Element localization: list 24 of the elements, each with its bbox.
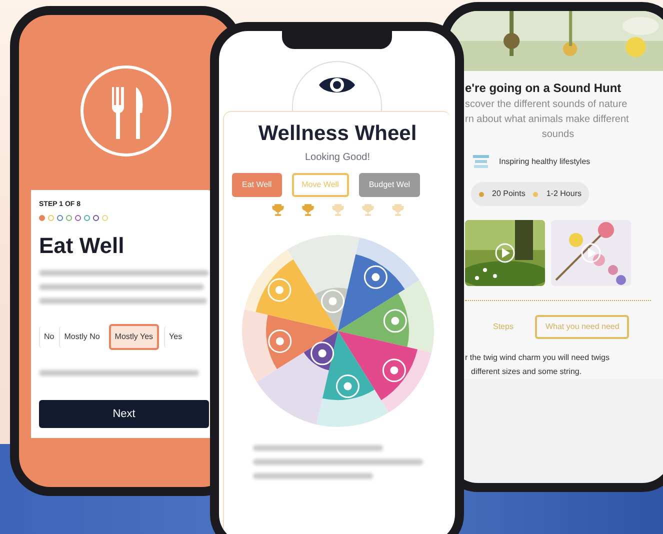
trophy-icon xyxy=(390,202,404,216)
activity-title: e're going on a Sound Hunt xyxy=(465,80,622,97)
app-title: Wellness Wheel xyxy=(258,121,417,147)
body-line: different sizes and some string. xyxy=(471,366,583,378)
tagline: Inspiring healthy lifestyles xyxy=(499,156,590,168)
answer-option[interactable]: Mostly No xyxy=(59,326,104,348)
plate-icon xyxy=(78,62,174,158)
answer-option[interactable]: No xyxy=(39,326,58,348)
description-line: sounds xyxy=(542,128,574,142)
screen-title: Eat Well xyxy=(39,232,126,260)
answer-option[interactable]: Yes xyxy=(164,326,186,348)
answer-option[interactable]: Mostly Yes xyxy=(108,324,160,350)
trophy-icon xyxy=(300,202,314,216)
duration-text: 1-2 Hours xyxy=(546,188,582,200)
subtitle: Looking Good! xyxy=(304,150,370,164)
trophy-icon xyxy=(270,202,284,216)
trophy-icon xyxy=(360,202,374,216)
description-line: rn about what animals make different xyxy=(465,113,630,127)
points-text: 20 Points xyxy=(492,188,526,200)
body-line: r the twig wind charm you will need twigs xyxy=(465,352,611,364)
next-button[interactable]: Next xyxy=(39,400,209,428)
trophy-icon xyxy=(330,202,344,216)
clock-icon xyxy=(533,192,538,196)
description-line: scover the different sounds of nature xyxy=(465,98,628,112)
